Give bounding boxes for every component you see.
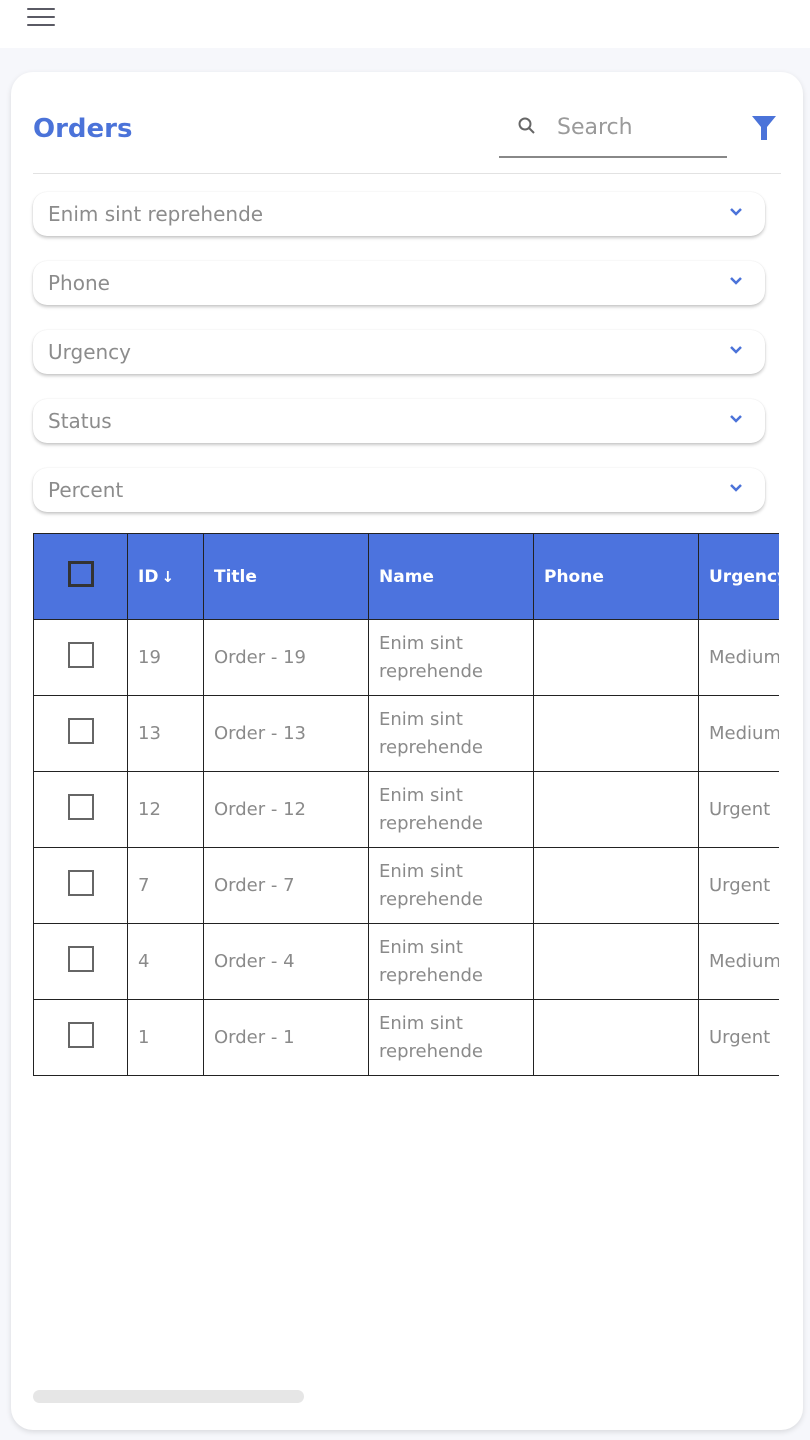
cell-phone: [533, 923, 699, 1000]
cell-title: Order - 7: [203, 847, 369, 924]
column-header-name[interactable]: Name: [368, 533, 534, 620]
cell-id: 12: [127, 771, 204, 848]
cell-title: Order - 19: [203, 619, 369, 696]
table-row[interactable]: 13 Order - 13 Enim sint reprehende Medium: [33, 695, 779, 772]
cell-urgency: Medium: [698, 923, 779, 1000]
dropdown-label: Phone: [48, 271, 110, 295]
cell-title: Order - 13: [203, 695, 369, 772]
table-row[interactable]: 12 Order - 12 Enim sint reprehende Urgent: [33, 771, 779, 848]
filter-dropdown-percent[interactable]: Percent: [33, 468, 765, 512]
cell-name: Enim sint reprehende: [368, 695, 534, 772]
chevron-down-icon: [730, 415, 742, 423]
chevron-down-icon: [730, 208, 742, 216]
cell-urgency: Urgent: [698, 847, 779, 924]
column-header-urgency[interactable]: Urgency: [698, 533, 779, 620]
cell-phone: [533, 999, 699, 1076]
cell-id: 7: [127, 847, 204, 924]
cell-id: 1: [127, 999, 204, 1076]
filter-dropdown-name[interactable]: Enim sint reprehende: [33, 192, 765, 236]
select-all-header: [33, 533, 128, 620]
cell-phone: [533, 695, 699, 772]
top-bar: [0, 0, 810, 48]
table-row[interactable]: 7 Order - 7 Enim sint reprehende Urgent: [33, 847, 779, 924]
select-all-checkbox[interactable]: [67, 561, 94, 587]
dropdown-label: Status: [48, 409, 112, 433]
cell-name: Enim sint reprehende: [368, 923, 534, 1000]
row-select-cell: [33, 619, 128, 696]
filter-dropdowns: Enim sint reprehende Phone Urgency Statu…: [33, 192, 765, 537]
column-header-id[interactable]: ID ↓: [127, 533, 204, 620]
cell-title: Order - 12: [203, 771, 369, 848]
filter-dropdown-phone[interactable]: Phone: [33, 261, 765, 305]
sort-descending-icon: ↓: [161, 567, 175, 586]
cell-urgency: Urgent: [698, 999, 779, 1076]
cell-phone: [533, 771, 699, 848]
column-header-phone[interactable]: Phone: [533, 533, 699, 620]
table-row[interactable]: 1 Order - 1 Enim sint reprehende Urgent: [33, 999, 779, 1076]
cell-urgency: Medium: [698, 695, 779, 772]
cell-name: Enim sint reprehende: [368, 619, 534, 696]
dropdown-label: Urgency: [48, 340, 132, 364]
row-select-cell: [33, 695, 128, 772]
row-checkbox[interactable]: [67, 1022, 94, 1048]
cell-id: 4: [127, 923, 204, 1000]
horizontal-scrollbar[interactable]: [33, 1390, 304, 1403]
search-icon: [518, 117, 535, 134]
orders-card: Orders Enim sint reprehende Phone Urgenc…: [11, 72, 803, 1430]
table-row[interactable]: 4 Order - 4 Enim sint reprehende Medium: [33, 923, 779, 1000]
row-select-cell: [33, 771, 128, 848]
dropdown-label: Percent: [48, 478, 124, 502]
chevron-down-icon: [730, 346, 742, 354]
column-header-title[interactable]: Title: [203, 533, 369, 620]
row-select-cell: [33, 923, 128, 1000]
search-input[interactable]: [557, 112, 717, 142]
chevron-down-icon: [730, 277, 742, 285]
search-box[interactable]: [499, 108, 727, 158]
cell-name: Enim sint reprehende: [368, 999, 534, 1076]
page-title: Orders: [33, 114, 133, 144]
cell-id: 19: [127, 619, 204, 696]
table-header-row: ID↓ Title Name Phone Urgency: [33, 533, 779, 620]
cell-phone: [533, 847, 699, 924]
row-checkbox[interactable]: [67, 870, 94, 896]
dropdown-label: Enim sint reprehende: [48, 202, 264, 226]
cell-name: Enim sint reprehende: [368, 771, 534, 848]
cell-title: Order - 1: [203, 999, 369, 1076]
chevron-down-icon: [730, 484, 742, 492]
cell-phone: [533, 619, 699, 696]
filter-dropdown-urgency[interactable]: Urgency: [33, 330, 765, 374]
cell-urgency: Urgent: [698, 771, 779, 848]
cell-id: 13: [127, 695, 204, 772]
table-row[interactable]: 19 Order - 19 Enim sint reprehende Medium: [33, 619, 779, 696]
filter-funnel-icon[interactable]: [751, 114, 777, 142]
orders-table-container: ID↓ Title Name Phone Urgency 19Order - 1…: [33, 533, 779, 1076]
orders-table: ID↓ Title Name Phone Urgency 19Order - 1…: [33, 533, 779, 1076]
row-checkbox[interactable]: [67, 718, 94, 744]
cell-name: Enim sint reprehende: [368, 847, 534, 924]
filter-dropdown-status[interactable]: Status: [33, 399, 765, 443]
row-checkbox[interactable]: [67, 946, 94, 972]
row-select-cell: [33, 847, 128, 924]
row-select-cell: [33, 999, 128, 1076]
row-checkbox[interactable]: [67, 794, 94, 820]
cell-title: Order - 4: [203, 923, 369, 1000]
card-header: Orders: [33, 108, 781, 174]
hamburger-menu-icon[interactable]: [27, 8, 55, 28]
row-checkbox[interactable]: [67, 642, 94, 668]
cell-urgency: Medium: [698, 619, 779, 696]
